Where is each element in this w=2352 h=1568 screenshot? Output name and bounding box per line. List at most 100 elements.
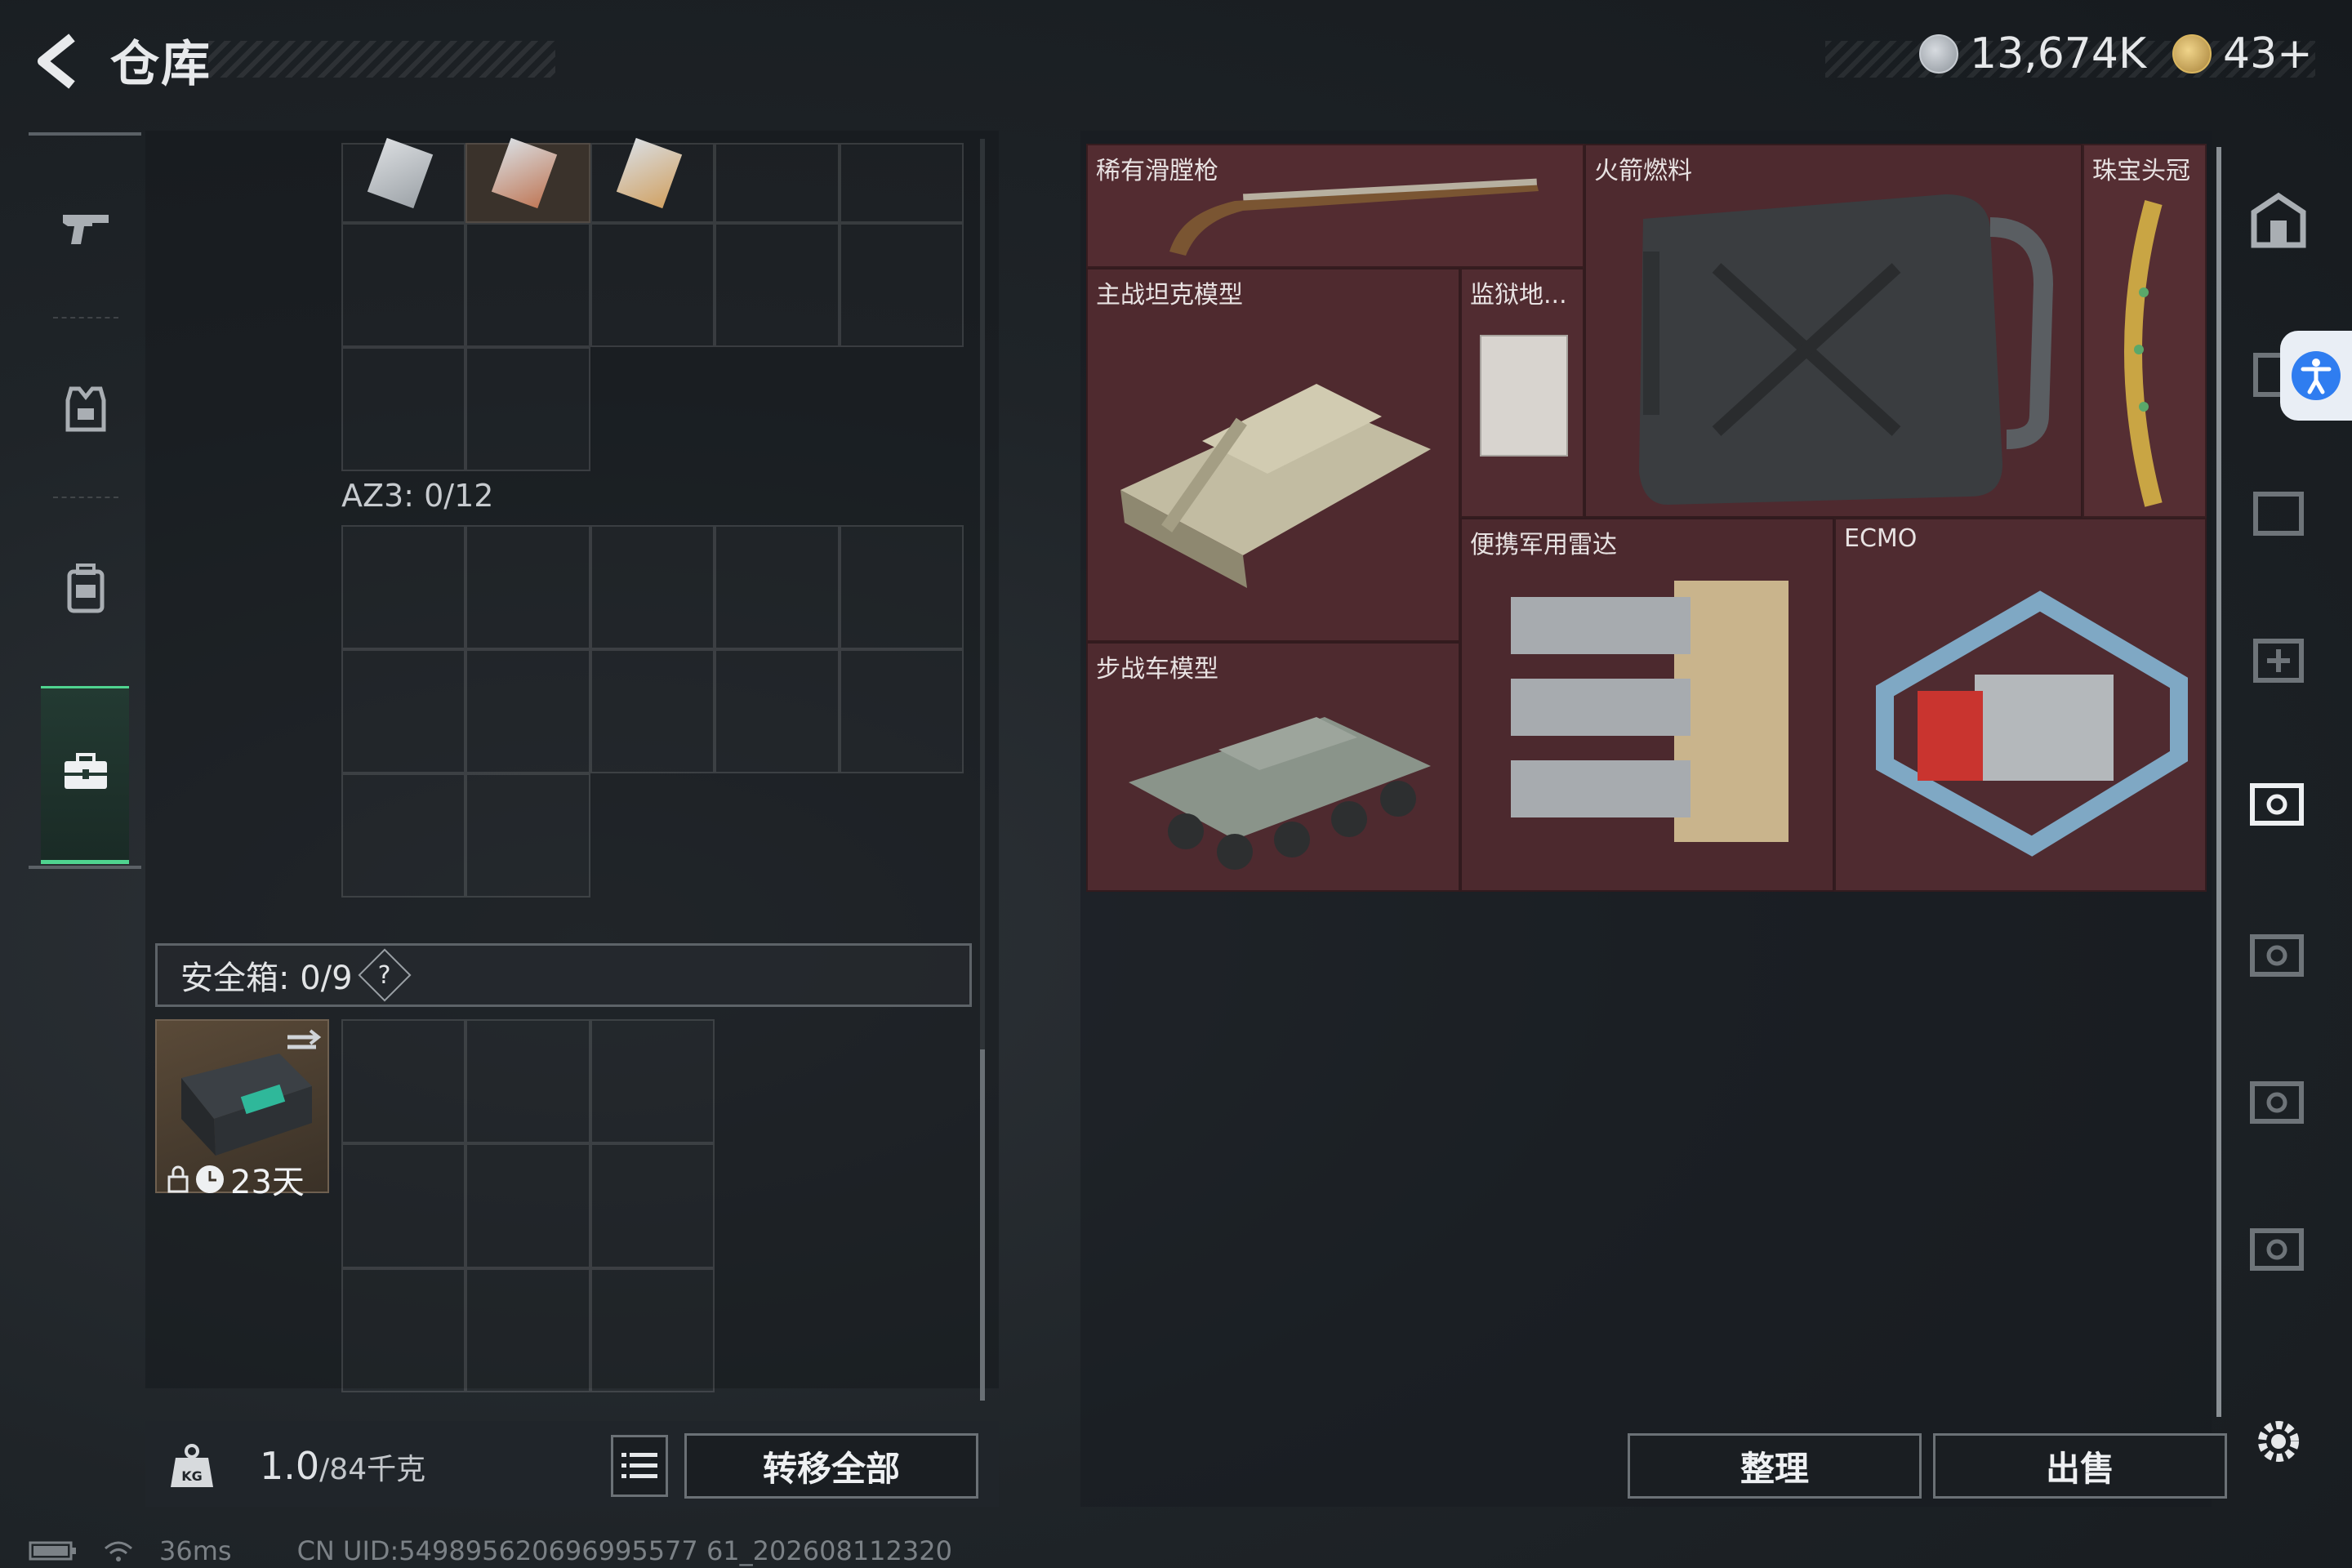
gear-icon — [2258, 1421, 2299, 1462]
tank-icon — [1120, 384, 1431, 588]
item-label: 火箭燃料 — [1594, 157, 1692, 185]
grid-cell[interactable] — [839, 649, 964, 773]
az3-grid — [341, 525, 964, 775]
svg-text:KG: KG — [181, 1468, 203, 1484]
radar-icon — [1511, 581, 1788, 842]
grid-cell[interactable] — [590, 1143, 715, 1268]
transfer-all-button[interactable]: 转移全部 — [684, 1433, 978, 1499]
stash-tab-home[interactable] — [2234, 176, 2323, 265]
ping-readout: 36ms — [159, 1535, 232, 1566]
weight-capacity: /84千克 — [319, 1453, 426, 1486]
grid-cell[interactable] — [466, 1267, 590, 1393]
grid-cell[interactable] — [341, 773, 466, 898]
stash-tab-7[interactable] — [2234, 1200, 2323, 1290]
weight-current: 1.0 — [260, 1444, 320, 1488]
grid-cell[interactable] — [466, 525, 590, 649]
grid-cell[interactable] — [466, 347, 590, 471]
premium-coin-icon — [2172, 34, 2212, 74]
grid-cell[interactable] — [590, 525, 715, 649]
stash-item-jewel-crown[interactable]: 珠宝头冠 — [2082, 144, 2207, 518]
stash-tab-6[interactable] — [2234, 1054, 2323, 1143]
stash-item-tank-model[interactable]: 主战坦克模型 — [1086, 268, 1460, 642]
settings-button[interactable] — [2234, 1396, 2323, 1486]
sidebar-item-safe-box[interactable] — [29, 690, 143, 853]
az3-grid-tail — [341, 773, 591, 898]
backpack-icon — [67, 564, 105, 613]
crown-icon — [2124, 200, 2163, 507]
ammo-box-icon — [492, 137, 558, 209]
accessibility-icon — [2292, 351, 2341, 400]
help-icon[interactable]: ? — [358, 948, 412, 1002]
stash-item-ecmo[interactable]: ECMO — [1834, 518, 2207, 892]
item-label: 主战坦克模型 — [1096, 281, 1243, 310]
grid-cell[interactable] — [466, 649, 590, 773]
lock-icon — [167, 1165, 189, 1193]
stash-tab-5[interactable] — [2234, 906, 2323, 996]
wifi-icon — [105, 1541, 132, 1561]
stash-tab-2[interactable] — [2234, 466, 2323, 555]
grid-cell[interactable] — [466, 1143, 590, 1268]
az3-capacity-label: AZ3: 0/12 — [341, 478, 494, 514]
grid-cell[interactable] — [839, 223, 964, 347]
coin-amount: 13,674K — [1970, 29, 2147, 78]
stash-scrollbar[interactable] — [2216, 147, 2221, 1417]
musket-icon — [1169, 178, 1539, 256]
vest-icon — [65, 386, 106, 432]
uid-readout: CN UID:549895620696995577 61_20260811232… — [296, 1535, 952, 1566]
grid-cell[interactable] — [341, 1019, 466, 1144]
ecmo-icon — [1876, 590, 2188, 857]
ammo-box-icon — [367, 137, 434, 209]
grid-cell[interactable] — [715, 143, 840, 223]
item-label: 便携军用雷达 — [1470, 531, 1617, 559]
grid-cell[interactable] — [590, 1019, 715, 1144]
sidebar-item-armor[interactable] — [29, 327, 143, 490]
stash-tab-3[interactable] — [2234, 612, 2323, 702]
item-label: 珠宝头冠 — [2092, 157, 2190, 185]
jerry-can-icon — [1639, 194, 2054, 505]
grid-cell[interactable] — [466, 223, 590, 347]
premium-amount: 43+ — [2223, 29, 2313, 78]
stash-tab-icon — [2250, 1081, 2304, 1124]
grid-cell[interactable] — [341, 223, 466, 347]
list-view-button[interactable] — [611, 1435, 668, 1497]
currency-premium[interactable]: 43+ — [2172, 29, 2313, 78]
grid-cell[interactable] — [590, 1267, 715, 1393]
stash-tab-icon — [2250, 1228, 2304, 1271]
grid-cell[interactable] — [590, 649, 715, 773]
sidebar-item-weapons[interactable] — [29, 147, 143, 310]
grid-cell[interactable] — [466, 773, 590, 898]
stash-item-ifv-model[interactable]: 步战车模型 — [1086, 642, 1460, 892]
inventory-scroll-thumb[interactable] — [980, 1049, 985, 1401]
stash-item-portable-radar[interactable]: 便携军用雷达 — [1460, 518, 1834, 892]
sidebar-item-backpack[interactable] — [29, 506, 143, 670]
stash-tab-icon — [2250, 934, 2304, 977]
grid-cell[interactable] — [341, 649, 466, 773]
grid-cell[interactable] — [839, 143, 964, 223]
grid-cell[interactable] — [715, 223, 840, 347]
item-label: 监狱地... — [1470, 281, 1567, 310]
ammo-slot[interactable] — [590, 137, 715, 223]
sell-button[interactable]: 出售 — [1933, 1433, 2227, 1499]
grid-cell[interactable] — [590, 223, 715, 347]
grid-cell[interactable] — [341, 1143, 466, 1268]
stash-tab-4-active[interactable] — [2234, 755, 2323, 845]
grid-cell[interactable] — [341, 1267, 466, 1393]
grid-cell[interactable] — [839, 525, 964, 649]
page-title: 仓库 — [110, 36, 212, 93]
grid-cell[interactable] — [341, 347, 466, 471]
ammo-slot[interactable] — [466, 137, 590, 223]
organize-button[interactable]: 整理 — [1628, 1433, 1922, 1499]
ammo-slot[interactable] — [341, 137, 466, 223]
back-button[interactable] — [24, 29, 90, 94]
stash-item-musket[interactable]: 稀有滑膛枪 — [1086, 144, 1584, 268]
ifv-icon — [1129, 717, 1431, 870]
stash-item-rocket-fuel[interactable]: 火箭燃料 — [1584, 144, 2082, 518]
safe-box-item[interactable]: 23天 — [155, 1019, 329, 1201]
grid-cell[interactable] — [715, 525, 840, 649]
grid-cell[interactable] — [715, 649, 840, 773]
stash-item-prison-map[interactable]: 监狱地... — [1460, 268, 1584, 518]
weight-readout: 1.0/84千克 — [260, 1444, 425, 1488]
grid-cell[interactable] — [466, 1019, 590, 1144]
grid-cell[interactable] — [341, 525, 466, 649]
accessibility-button[interactable] — [2280, 331, 2352, 421]
